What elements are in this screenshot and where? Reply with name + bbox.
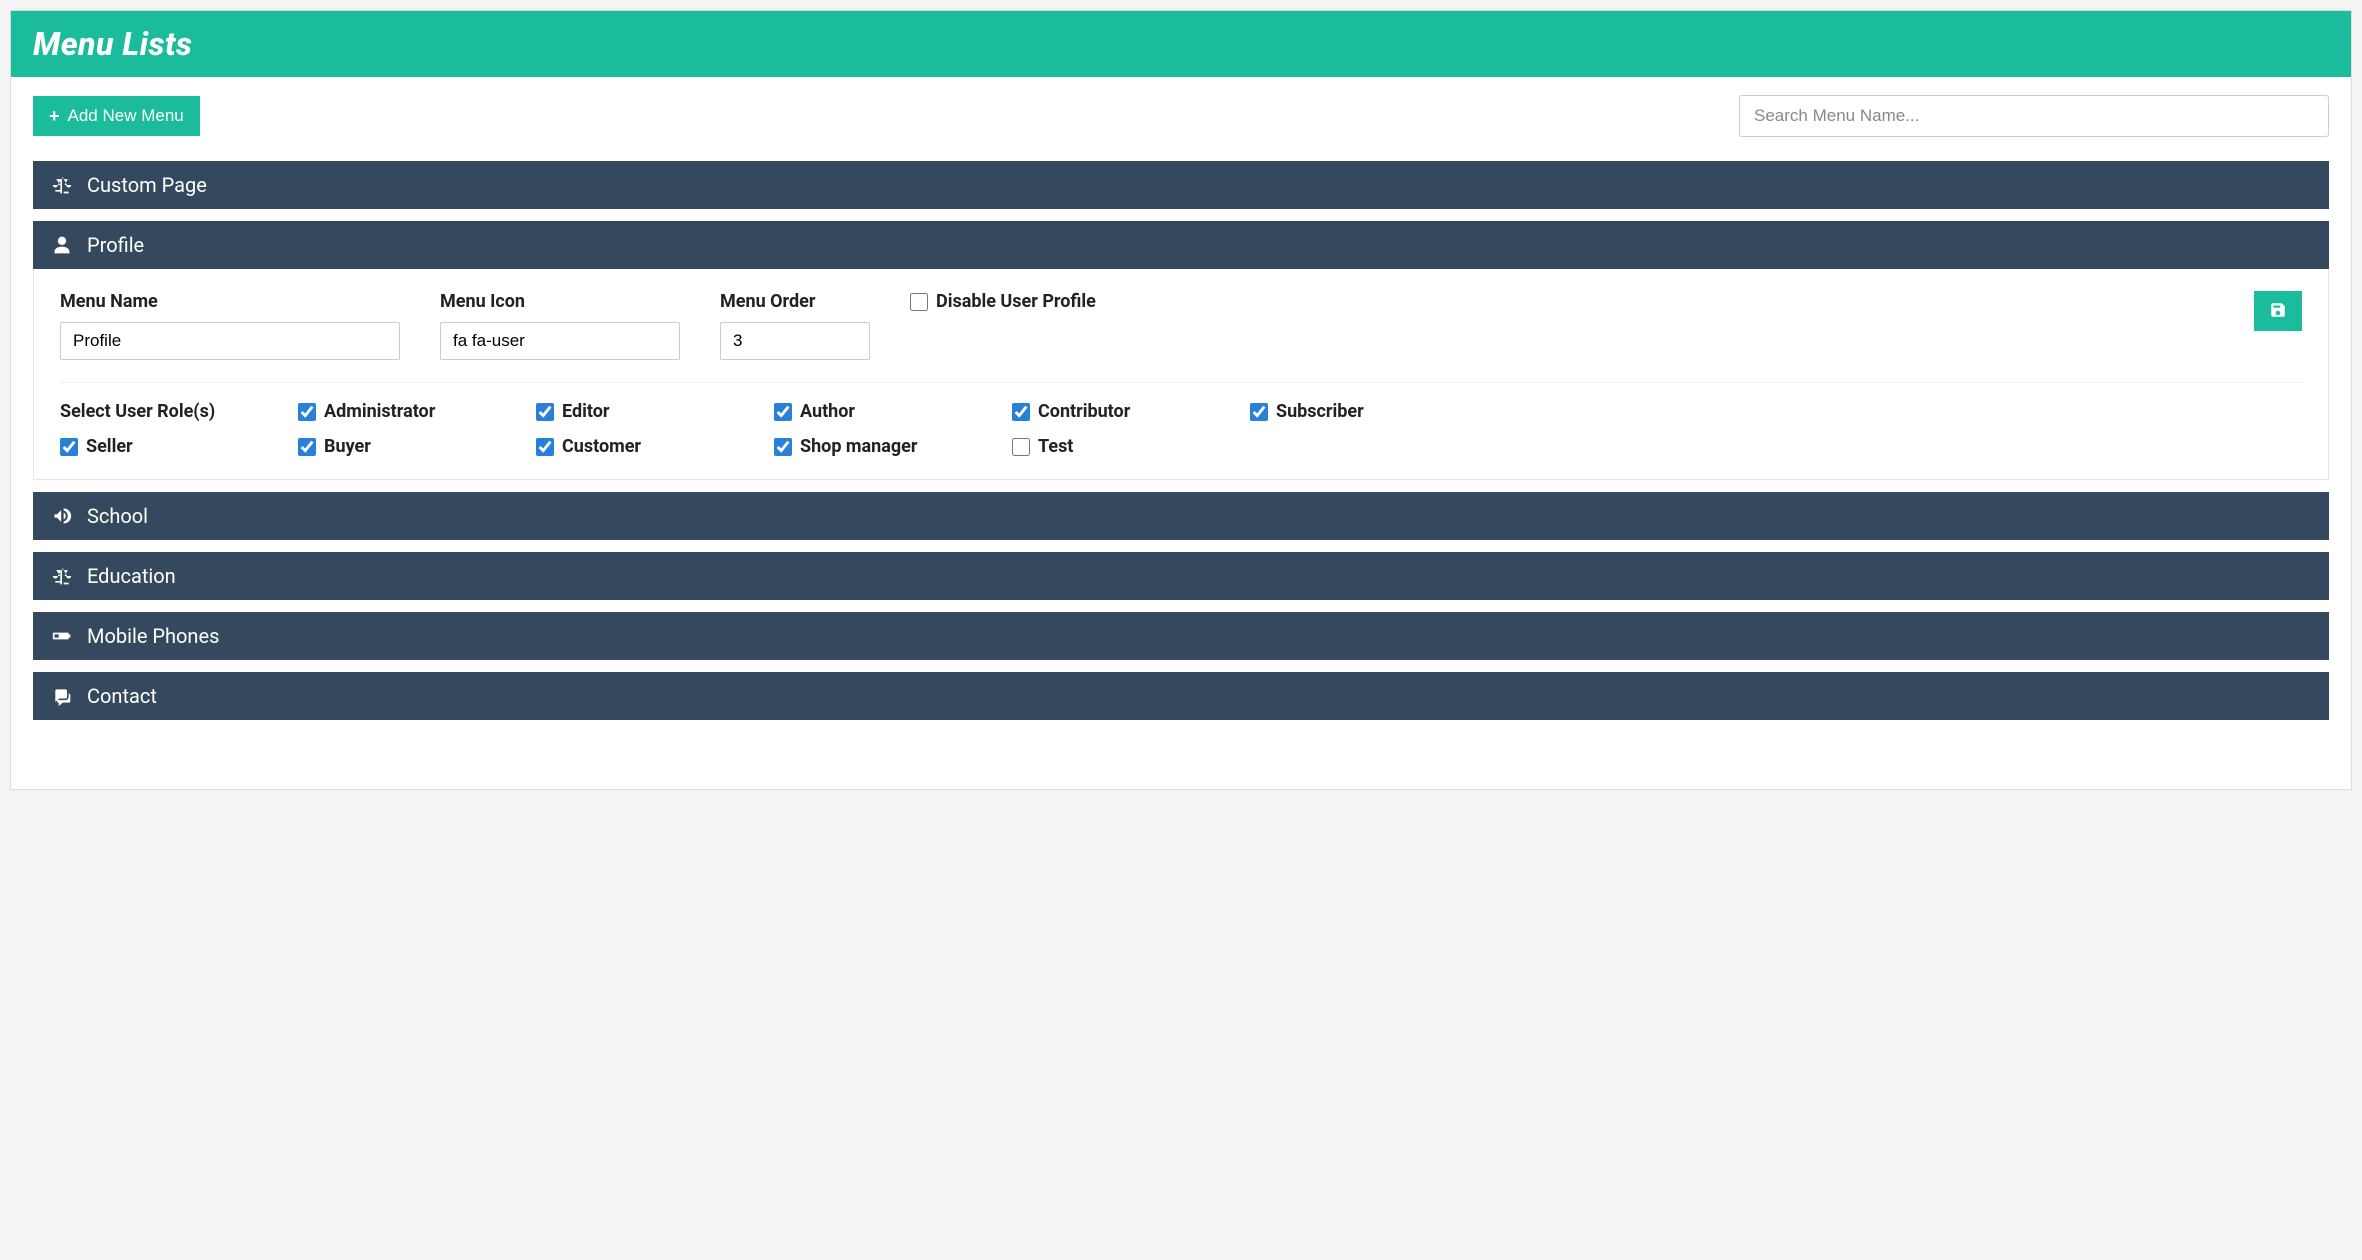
roles-heading: Select User Role(s) — [60, 401, 290, 422]
role-subscriber-checkbox[interactable] — [1250, 403, 1268, 421]
roles-section: Select User Role(s) Administrator Editor — [60, 383, 2302, 457]
accordion-header-mobile-phones[interactable]: Mobile Phones — [33, 612, 2329, 660]
role-administrator-checkbox[interactable] — [298, 403, 316, 421]
accordion-list: Custom Page Profile Menu Name — [33, 161, 2329, 720]
menu-icon-label: Menu Icon — [440, 291, 680, 312]
add-new-menu-button[interactable]: + Add New Menu — [33, 96, 200, 136]
role-editor[interactable]: Editor — [536, 401, 766, 422]
user-icon — [51, 235, 73, 255]
role-buyer[interactable]: Buyer — [298, 436, 528, 457]
menu-name-label: Menu Name — [60, 291, 400, 312]
content-area: + Add New Menu Custom Page — [11, 77, 2351, 772]
menu-name-input[interactable] — [60, 322, 400, 360]
disable-user-profile-checkbox[interactable] — [910, 293, 928, 311]
role-label: Seller — [86, 436, 133, 457]
accordion-header-profile[interactable]: Profile — [33, 221, 2329, 269]
search-wrap — [1739, 95, 2329, 137]
role-administrator[interactable]: Administrator — [298, 401, 528, 422]
accordion-header-custom-page[interactable]: Custom Page — [33, 161, 2329, 209]
profile-form-row: Menu Name Menu Icon Menu Order — [60, 291, 2302, 383]
battery-icon — [51, 626, 73, 646]
toolbar-row: + Add New Menu — [33, 95, 2329, 137]
page-title: Menu Lists — [33, 25, 2329, 63]
accordion-item-education: Education — [33, 552, 2329, 600]
accordion-title: Custom Page — [87, 173, 207, 197]
save-icon — [2269, 301, 2287, 322]
menu-icon-input[interactable] — [440, 322, 680, 360]
menu-order-label: Menu Order — [720, 291, 870, 312]
role-label: Author — [800, 401, 855, 422]
menu-name-field: Menu Name — [60, 291, 400, 360]
page-header: Menu Lists — [11, 11, 2351, 77]
accordion-title: Contact — [87, 684, 157, 708]
role-shop-manager[interactable]: Shop manager — [774, 436, 1004, 457]
scale-icon — [51, 566, 73, 586]
search-input[interactable] — [1739, 95, 2329, 137]
save-button[interactable] — [2254, 291, 2302, 331]
role-customer-checkbox[interactable] — [536, 438, 554, 456]
role-label: Test — [1038, 436, 1073, 457]
accordion-title: Profile — [87, 233, 144, 257]
scale-icon — [51, 175, 73, 195]
role-author-checkbox[interactable] — [774, 403, 792, 421]
disable-user-profile-label: Disable User Profile — [936, 291, 1096, 312]
accordion-item-school: School — [33, 492, 2329, 540]
accordion-item-custom-page: Custom Page — [33, 161, 2329, 209]
role-author[interactable]: Author — [774, 401, 1004, 422]
menu-icon-field: Menu Icon — [440, 291, 680, 360]
role-contributor[interactable]: Contributor — [1012, 401, 1242, 422]
accordion-header-school[interactable]: School — [33, 492, 2329, 540]
accordion-title: Mobile Phones — [87, 624, 219, 648]
accordion-header-education[interactable]: Education — [33, 552, 2329, 600]
role-test[interactable]: Test — [1012, 436, 1242, 457]
accordion-item-profile: Profile Menu Name Menu Icon Menu — [33, 221, 2329, 480]
role-subscriber[interactable]: Subscriber — [1250, 401, 2302, 422]
role-seller[interactable]: Seller — [60, 436, 290, 457]
role-shop-manager-checkbox[interactable] — [774, 438, 792, 456]
menu-order-input[interactable] — [720, 322, 870, 360]
app-frame: Menu Lists + Add New Menu Custom Page — [10, 10, 2352, 790]
role-label: Buyer — [324, 436, 371, 457]
role-label: Subscriber — [1276, 401, 1364, 422]
disable-user-profile-toggle[interactable]: Disable User Profile — [910, 291, 1096, 312]
menu-order-field: Menu Order — [720, 291, 870, 360]
profile-panel: Menu Name Menu Icon Menu Order — [33, 269, 2329, 480]
role-label: Contributor — [1038, 401, 1130, 422]
role-label: Editor — [562, 401, 609, 422]
role-contributor-checkbox[interactable] — [1012, 403, 1030, 421]
role-customer[interactable]: Customer — [536, 436, 766, 457]
chat-icon — [51, 686, 73, 706]
accordion-item-contact: Contact — [33, 672, 2329, 720]
roles-grid: Select User Role(s) Administrator Editor — [60, 401, 2302, 457]
accordion-title: School — [87, 504, 148, 528]
accordion-item-mobile-phones: Mobile Phones — [33, 612, 2329, 660]
role-label: Shop manager — [800, 436, 917, 457]
role-test-checkbox[interactable] — [1012, 438, 1030, 456]
bullhorn-icon — [51, 506, 73, 526]
role-buyer-checkbox[interactable] — [298, 438, 316, 456]
role-label: Administrator — [324, 401, 435, 422]
accordion-title: Education — [87, 564, 176, 588]
role-editor-checkbox[interactable] — [536, 403, 554, 421]
accordion-header-contact[interactable]: Contact — [33, 672, 2329, 720]
role-label: Customer — [562, 436, 641, 457]
role-seller-checkbox[interactable] — [60, 438, 78, 456]
plus-icon: + — [49, 107, 60, 125]
add-new-menu-label: Add New Menu — [68, 106, 184, 126]
